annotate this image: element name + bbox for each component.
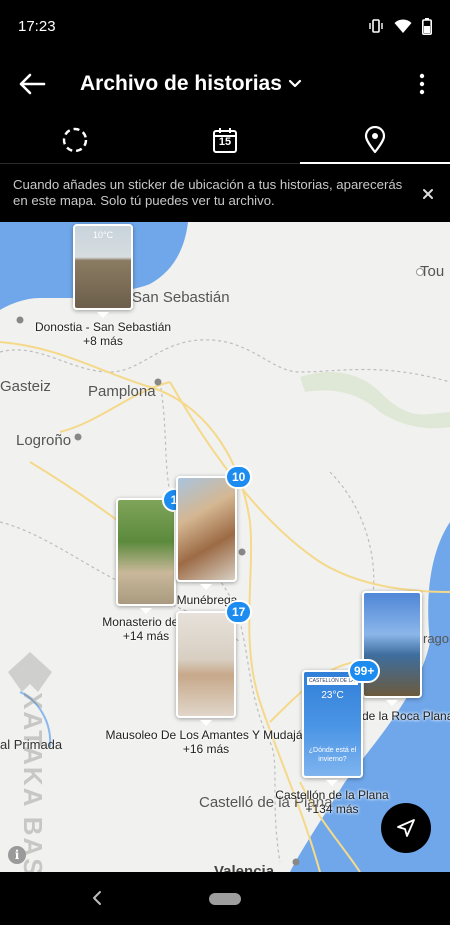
close-icon [423,189,433,199]
arrow-left-icon [19,73,46,95]
tab-map[interactable] [300,116,450,164]
pin-tail [140,608,152,614]
story-photo-caption: 10°C [92,230,114,240]
map-place-pamplona: Pamplona [88,383,156,400]
map-place-logrono: Logroño [16,432,72,449]
pin-more-count: +16 más [182,742,230,756]
pin-label-roca-plana: de la Roca Plana [362,709,450,723]
chevron-down-icon [288,79,301,88]
map-place-tou: Tou [420,263,445,280]
stories-map[interactable]: San Sebastián Pamplona Logroño Gasteiz T… [0,222,450,872]
pin-label-castellon: Castellón de la Plana +134 más [262,788,402,816]
map-place-san-sebastian: San Sebastián [132,289,230,306]
story-pin-castellon[interactable]: CASTELLÓN DE LA PLANA, SPAIN 23°C ¿Dónde… [302,670,363,778]
story-photo-question: ¿Dónde está el invierno? [308,747,357,763]
pin-tail [200,720,212,726]
story-photo-temp: 23°C [321,690,344,701]
vibrate-icon [369,19,383,33]
archive-tabs: 15 [0,116,450,164]
back-button[interactable] [2,54,62,114]
app-header: Archivo de historias [0,52,450,116]
story-pin-monasterio[interactable] [116,498,176,606]
pin-more-count: +134 más [305,802,359,816]
navigation-arrow-icon [397,819,415,837]
my-location-button[interactable] [381,803,431,853]
story-pin-donostia[interactable]: 10°C [73,224,133,310]
pin-place-name: de la Roca Plana [362,709,450,723]
page-title: Archivo de historias [80,72,282,95]
story-count-badge: 99+ [348,659,381,683]
status-icons [368,17,432,35]
map-place-valencia: Valencia [214,863,275,872]
circle-dashed-icon [62,127,88,152]
more-options-button[interactable] [394,54,450,114]
map-place-aragon: ragon [423,631,450,646]
system-home-pill[interactable] [209,892,241,905]
watermark-text: XATAKA BASICS [18,692,48,872]
story-count-badge: 17 [225,600,253,624]
calendar-day: 15 [218,135,232,148]
pin-tail [326,780,338,786]
archive-selector[interactable]: Archivo de historias [80,72,302,96]
status-time: 17:23 [18,17,56,35]
map-info-button[interactable]: i [8,846,26,864]
pin-tail [97,312,109,318]
pin-place-name: Mausoleo De Los Amantes Y Mudajár [105,728,307,742]
more-vertical-icon [419,73,425,95]
system-back-icon[interactable] [88,888,108,908]
story-count-badge: 10 [225,465,253,489]
location-pin-icon [364,125,386,153]
tab-stories[interactable] [0,116,150,163]
map-place-gasteiz: Gasteiz [0,378,51,395]
pin-place-name: Castellón de la Plana [275,788,389,802]
story-pin-mausoleo[interactable] [176,611,236,718]
wifi-icon [394,19,412,33]
info-icon: i [14,848,20,862]
info-banner: Cuando añades un sticker de ubicación a … [0,164,450,222]
pin-tail [386,700,398,706]
close-banner-button[interactable] [419,185,437,203]
story-pin-munebrega[interactable] [176,476,237,582]
info-banner-text: Cuando añades un sticker de ubicación a … [13,177,403,208]
pin-label-mausoleo: Mausoleo De Los Amantes Y Mudajár +16 má… [103,728,309,756]
pin-tail [200,584,212,590]
status-bar: 17:23 [0,0,450,52]
pin-more-count: +8 más [83,334,123,348]
system-navigation-bar [0,872,450,925]
pin-label-donostia: Donostia - San Sebastián +8 más [0,320,206,348]
pin-place-name: Donostia - San Sebastián [34,320,172,334]
battery-icon [422,17,432,35]
tab-calendar[interactable]: 15 [150,116,300,163]
